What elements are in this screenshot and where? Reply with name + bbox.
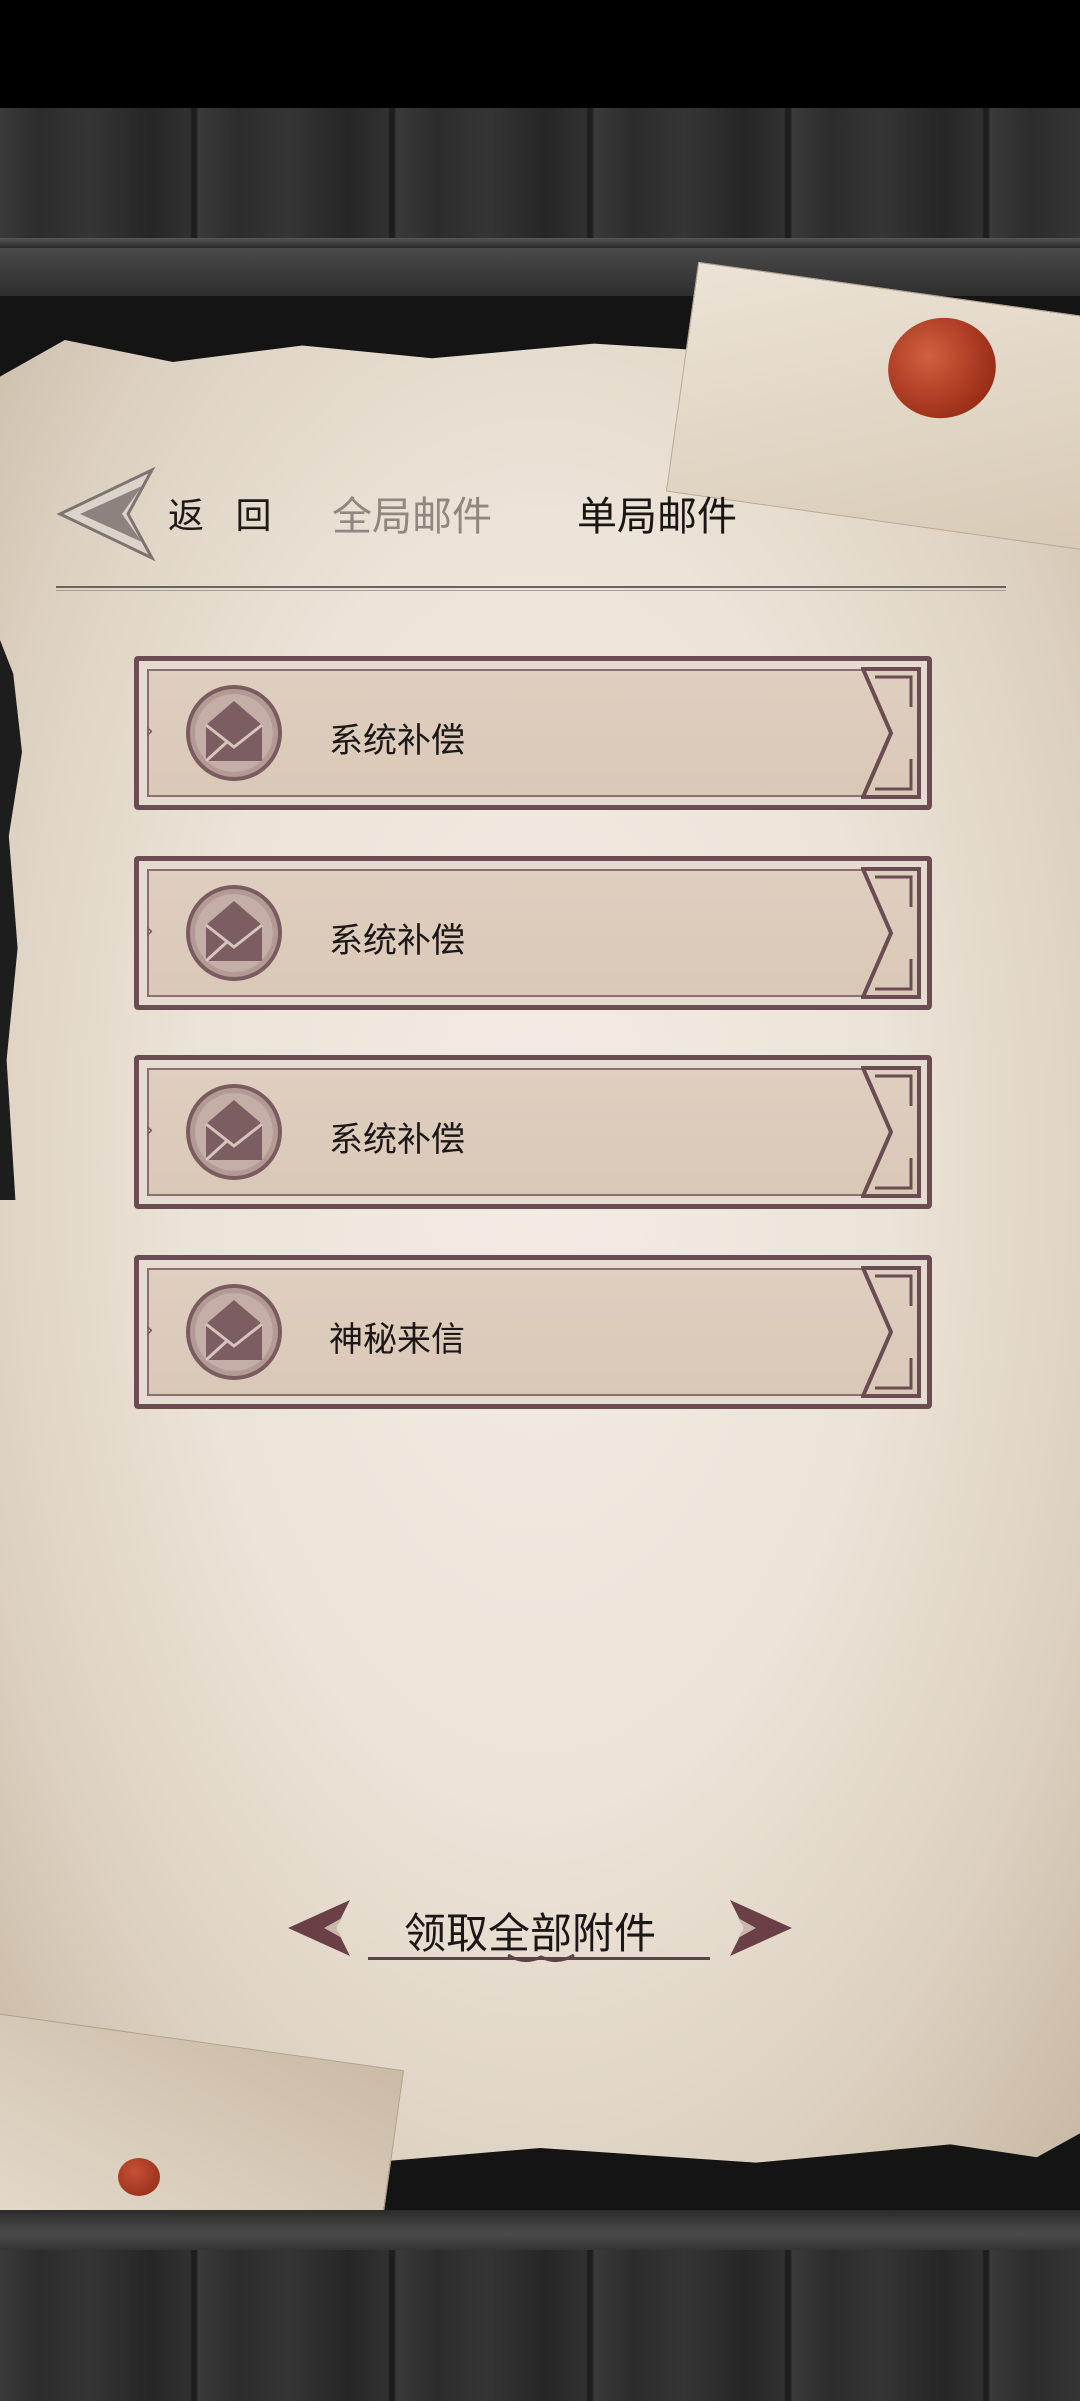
wood-panel-top xyxy=(0,108,1080,248)
mail-item[interactable]: › 系统补偿 xyxy=(134,856,932,1010)
frame-corner-ornament xyxy=(861,667,921,799)
back-arrow-icon[interactable] xyxy=(56,466,156,562)
header-divider xyxy=(56,586,1006,591)
mail-title: 神秘来信 xyxy=(329,1320,465,1360)
wood-panel-bottom xyxy=(0,2210,1080,2401)
mail-caret-icon: › xyxy=(145,1318,154,1343)
mail-caret-icon: › xyxy=(145,719,154,744)
status-bar-area xyxy=(0,0,1080,108)
mail-item[interactable]: › 系统补偿 xyxy=(134,656,932,810)
tab-single-mail[interactable]: 单局邮件 xyxy=(577,484,737,542)
mail-caret-icon: › xyxy=(145,919,154,944)
envelope-icon xyxy=(186,685,282,781)
mail-item[interactable]: › 系统补偿 xyxy=(134,1055,932,1209)
mail-caret-icon: › xyxy=(145,1118,154,1143)
envelope-icon xyxy=(186,1284,282,1380)
frame-corner-ornament xyxy=(861,1266,921,1398)
tab-global-mail[interactable]: 全局邮件 xyxy=(332,484,492,542)
envelope-icon xyxy=(186,885,282,981)
claim-ornament-icon xyxy=(507,1953,575,1962)
frame-corner-ornament xyxy=(861,867,921,999)
mail-title: 系统补偿 xyxy=(329,721,465,761)
mail-screen: 返 回 全局邮件 单局邮件 › 系统补偿 › 系统补偿 › 系统补偿 › 神秘来… xyxy=(0,0,1080,2401)
back-button[interactable]: 返 回 xyxy=(168,487,281,539)
claim-arrow-right-icon[interactable] xyxy=(728,1898,796,1958)
mail-title: 系统补偿 xyxy=(329,1120,465,1160)
claim-arrow-left-icon[interactable] xyxy=(284,1898,352,1958)
envelope-icon xyxy=(186,1084,282,1180)
frame-corner-ornament xyxy=(861,1066,921,1198)
mail-title: 系统补偿 xyxy=(329,921,465,961)
wax-seal-small-icon xyxy=(118,2158,160,2196)
wood-frame-top xyxy=(0,248,1080,296)
mail-item[interactable]: › 神秘来信 xyxy=(134,1255,932,1409)
